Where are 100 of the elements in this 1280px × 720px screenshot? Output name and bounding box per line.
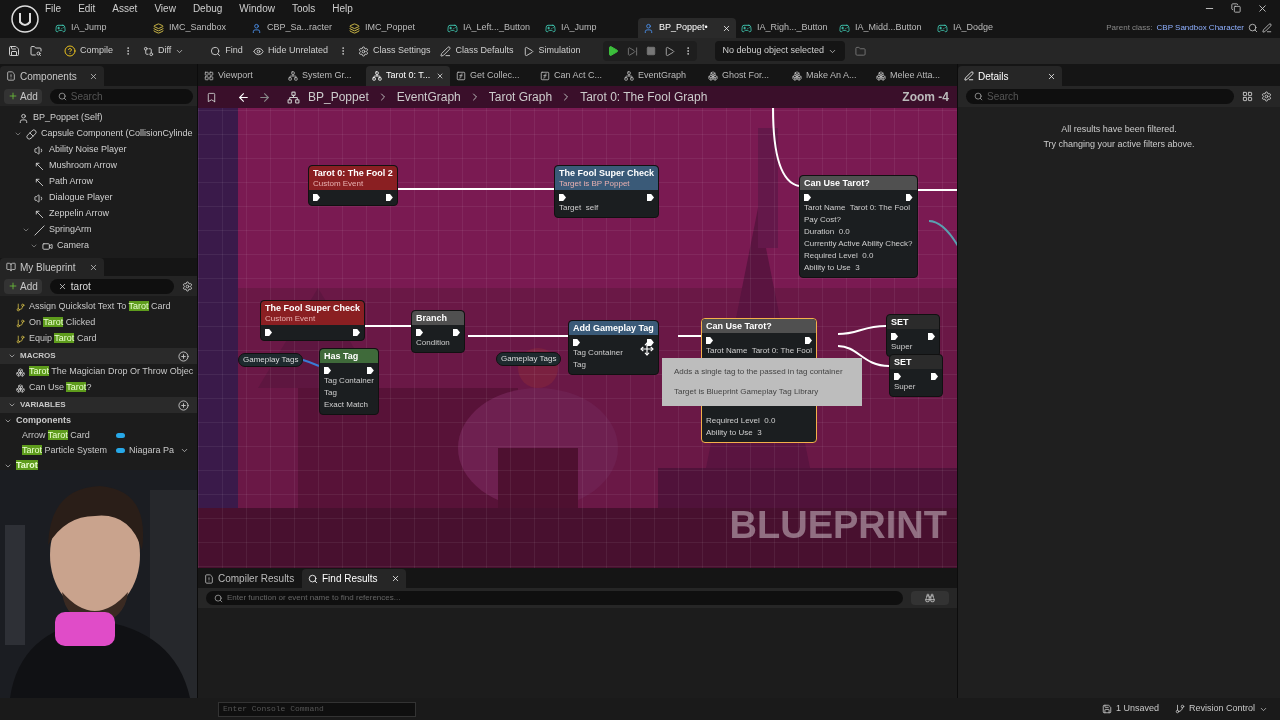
settings-icon[interactable] (182, 280, 193, 292)
step-icon[interactable] (626, 45, 638, 57)
tree-item[interactable]: Capsule Component (CollisionCylinde (41, 127, 193, 141)
simulation-button[interactable]: Simulation (523, 44, 581, 58)
hide-unrelated-button[interactable]: Hide Unrelated (252, 44, 328, 58)
file-tab[interactable]: IA_Dodge (932, 18, 1030, 38)
debug-object-dropdown[interactable]: No debug object selected (714, 41, 846, 61)
caret-icon[interactable] (30, 242, 38, 250)
breadcrumb-link[interactable]: BP_Poppet (308, 88, 369, 106)
macro-item[interactable]: Tarot The Magician Drop Or Throw Objec (29, 365, 194, 379)
close-icon[interactable] (436, 72, 444, 80)
menu-item[interactable]: Help (332, 0, 353, 16)
play-icon[interactable] (663, 45, 675, 57)
file-tab[interactable]: CBP_Sa...racter (246, 18, 344, 38)
document-tab[interactable]: Melee Atta... (870, 66, 954, 86)
breadcrumb-link[interactable]: EventGraph (396, 88, 461, 106)
menu-item[interactable]: View (154, 0, 176, 16)
file-tab[interactable]: BP_Poppet• (638, 18, 736, 38)
tree-item[interactable]: Path Arrow (49, 175, 94, 189)
add-icon[interactable] (178, 350, 189, 362)
file-tab[interactable]: IA_Midd...Button (834, 18, 932, 38)
file-tab[interactable]: IA_Jump (50, 18, 148, 38)
search-icon[interactable] (1248, 23, 1258, 33)
restore-icon[interactable] (1231, 3, 1241, 13)
caret-icon[interactable] (8, 352, 16, 360)
class-defaults-button[interactable]: Class Defaults (440, 44, 514, 58)
file-tab[interactable]: IA_Jump (540, 18, 638, 38)
file-tab[interactable]: IMC_Poppet (344, 18, 442, 38)
caret-icon[interactable] (8, 401, 16, 409)
document-tab[interactable]: Ghost For... (702, 66, 786, 86)
menu-item[interactable]: Edit (78, 0, 96, 16)
document-tab[interactable]: Can Act C... (534, 66, 618, 86)
tree-item[interactable]: Ability Noise Player (49, 143, 127, 157)
compile-button[interactable]: Compile (64, 44, 113, 58)
tree-item[interactable]: Camera (57, 239, 89, 253)
play-icon[interactable] (606, 45, 619, 57)
caret-icon[interactable] (14, 130, 22, 138)
variable-item[interactable]: Tarot Particle System (22, 443, 112, 458)
panel-tab[interactable]: Find Results (302, 569, 406, 588)
breadcrumb-link[interactable]: Tarot Graph (488, 88, 553, 106)
panel-tab[interactable]: Details (958, 66, 1062, 86)
document-tab[interactable]: System Gr... (282, 66, 366, 86)
panel-tab[interactable]: Components (0, 66, 104, 86)
caret-icon[interactable] (22, 226, 30, 234)
add-icon[interactable] (178, 399, 189, 411)
save-icon[interactable] (8, 45, 20, 57)
find-button[interactable]: Find (210, 44, 243, 58)
bookmark-icon[interactable] (206, 91, 217, 103)
tree-item[interactable]: SpringArm (49, 223, 92, 237)
function-item[interactable]: On Tarot Clicked (29, 316, 96, 330)
document-tab[interactable]: Get Collec... (450, 66, 534, 86)
panel-tab[interactable]: Compiler Results (198, 569, 302, 588)
function-item[interactable]: Equip Tarot Card (29, 332, 97, 346)
document-tab[interactable]: Tarot 0: T... (366, 66, 450, 86)
close-icon[interactable] (89, 71, 98, 81)
pen-icon[interactable] (1262, 23, 1272, 33)
menu-item[interactable]: File (45, 0, 62, 16)
tree-item[interactable]: Zeppelin Arrow (49, 207, 110, 221)
file-tab[interactable]: IMC_Sandbox (148, 18, 246, 38)
tree-item[interactable]: BP_Poppet (Self) (33, 111, 103, 125)
revision-control-button[interactable]: Revision Control (1174, 702, 1268, 716)
file-tab[interactable]: IA_Left..._Button (442, 18, 540, 38)
forward-icon[interactable] (258, 90, 271, 104)
breadcrumb-link[interactable]: Tarot 0: The Fool Graph (580, 88, 708, 106)
tree-item[interactable]: Mushroom Arrow (49, 159, 118, 173)
settings-icon[interactable] (1261, 91, 1272, 102)
document-tab[interactable]: EventGraph (618, 66, 702, 86)
logo-icon[interactable] (10, 4, 40, 34)
close-icon[interactable] (89, 262, 98, 272)
add-button[interactable]: Add (4, 278, 42, 294)
diff-button[interactable]: Diff (143, 44, 185, 58)
section-header[interactable]: MACROS (20, 350, 56, 362)
search-field[interactable]: Enter function or event name to find references... (206, 591, 903, 605)
section-header[interactable]: VARIABLES (20, 399, 66, 411)
variable-item[interactable]: Arrow Tarot Card (22, 428, 112, 443)
close-icon[interactable] (1257, 2, 1268, 14)
document-tab[interactable]: Viewport (198, 66, 282, 86)
file-tab[interactable]: IA_Righ..._Button (736, 18, 834, 38)
chevron-icon[interactable] (180, 446, 189, 455)
find-button[interactable] (911, 591, 949, 605)
close-icon[interactable] (1047, 71, 1056, 81)
document-tab[interactable]: Make An A... (786, 66, 870, 86)
menu-item[interactable]: Asset (112, 0, 138, 16)
close-icon[interactable] (722, 23, 731, 33)
add-button[interactable]: Add (4, 88, 42, 104)
unsaved-button[interactable]: 1 Unsaved (1101, 702, 1159, 716)
menu-item[interactable]: Window (239, 0, 275, 16)
tree-item[interactable]: Dialogue Player (49, 191, 113, 205)
back-icon[interactable] (237, 90, 250, 104)
category-header[interactable]: Components (16, 413, 71, 428)
parent-class-link[interactable]: CBP Sandbox Character (1156, 22, 1244, 34)
class-settings-button[interactable]: Class Settings (357, 44, 431, 58)
menu-item[interactable]: Debug (192, 0, 223, 16)
close-icon[interactable] (391, 574, 400, 583)
menu-item[interactable]: Tools (291, 0, 316, 16)
table-icon[interactable] (1242, 91, 1253, 102)
filter-field[interactable]: tarot (49, 278, 174, 294)
stop-icon[interactable] (645, 46, 656, 56)
browse-icon[interactable] (30, 45, 42, 57)
panel-tab[interactable]: My Blueprint (0, 258, 104, 276)
